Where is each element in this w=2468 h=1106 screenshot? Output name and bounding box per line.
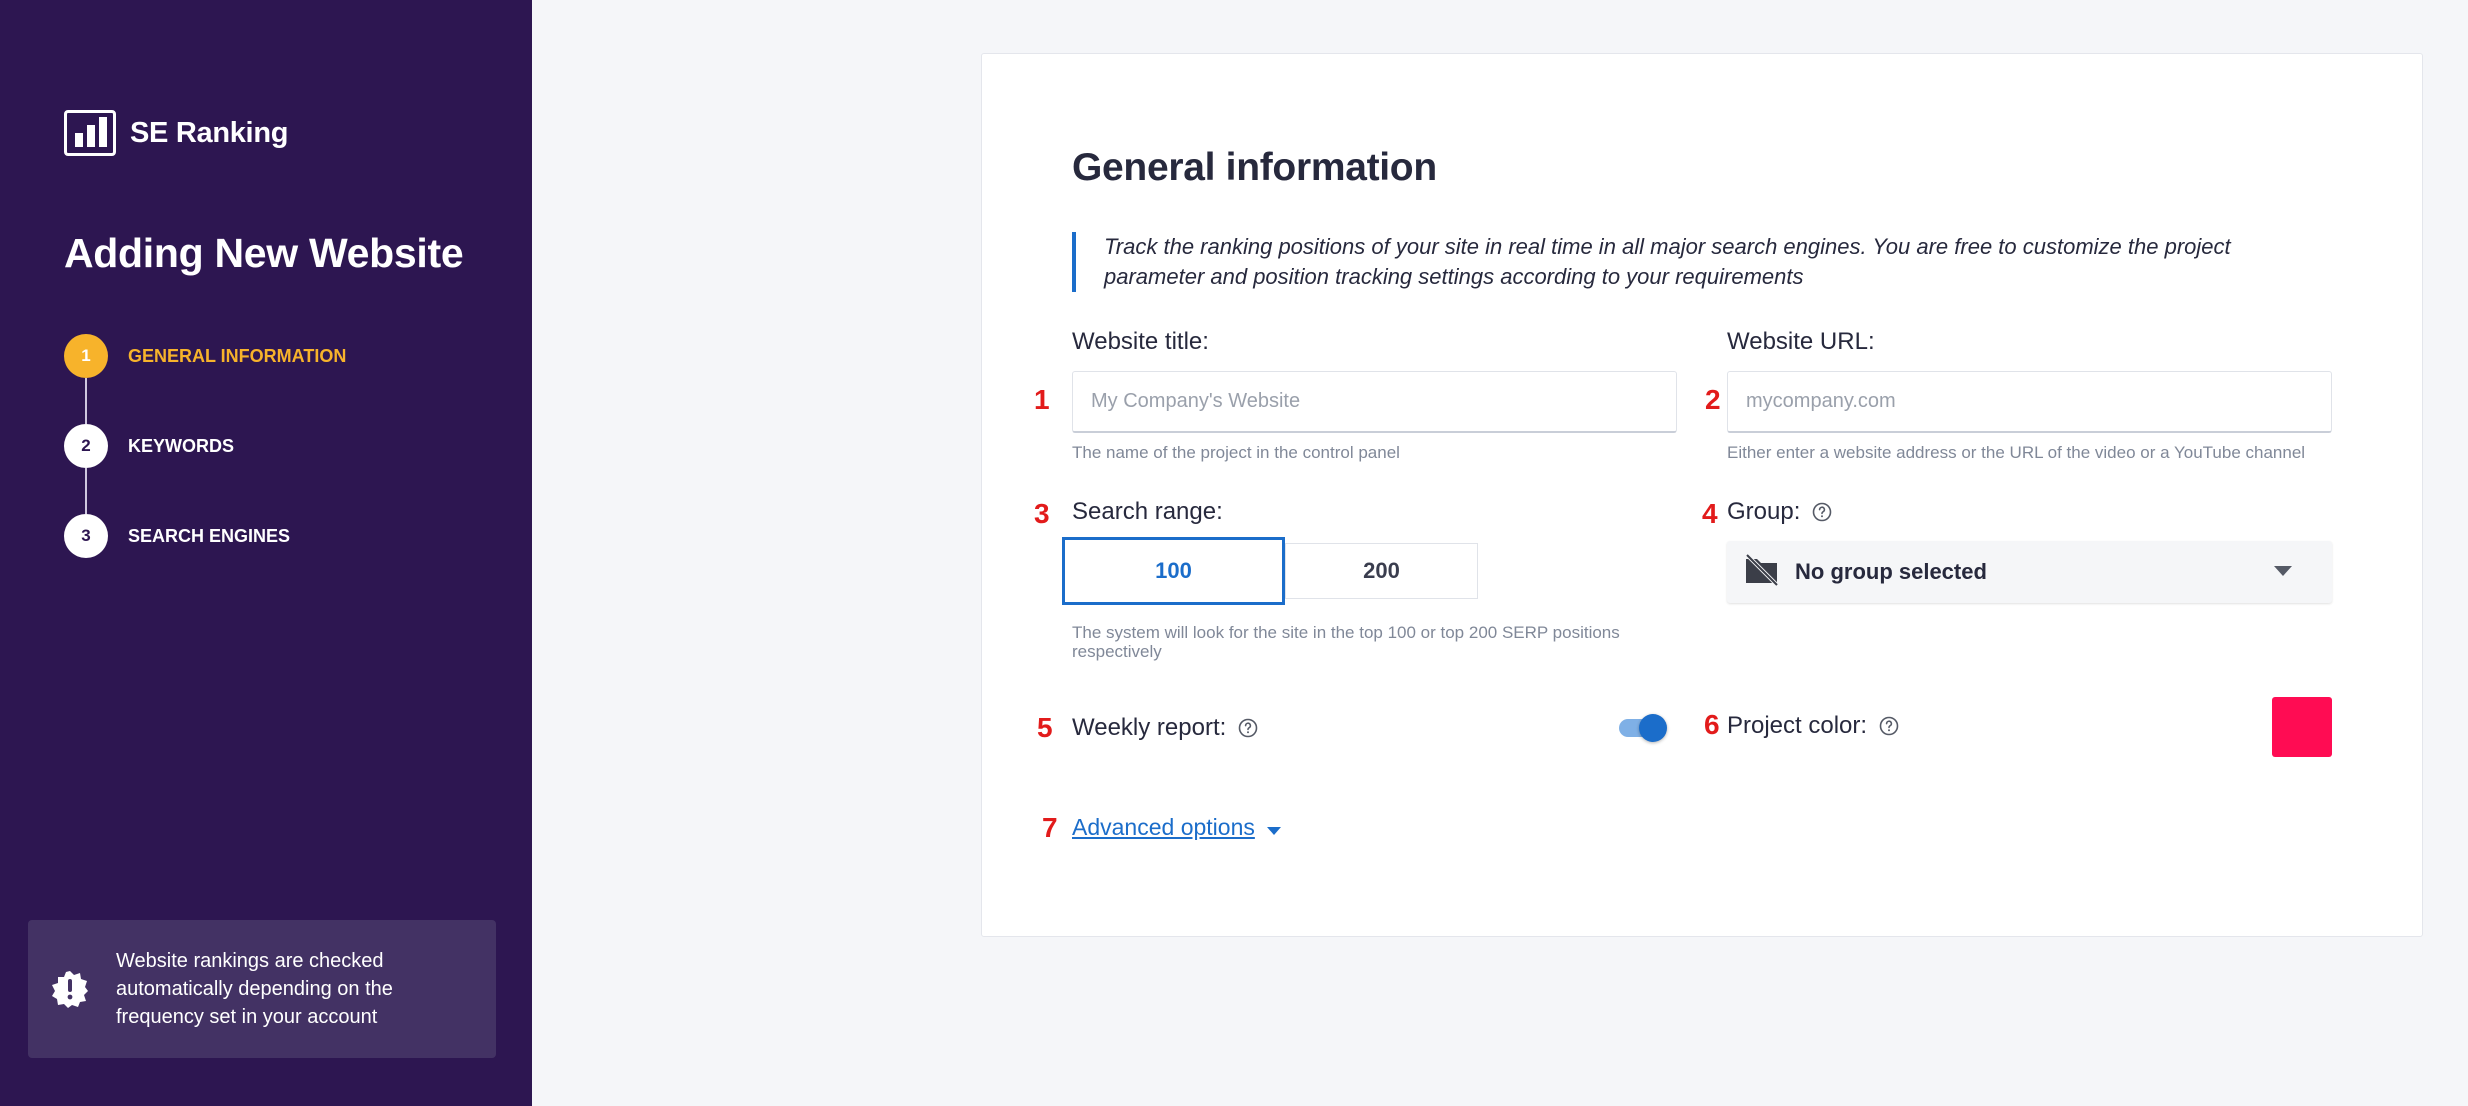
logo[interactable]: SE Ranking [64, 110, 288, 156]
project-color-swatch[interactable] [2272, 697, 2332, 757]
weekly-report-toggle[interactable] [1617, 713, 1667, 743]
search-range-100-button[interactable]: 100 [1062, 537, 1285, 605]
chevron-down-icon [2274, 563, 2292, 581]
help-icon[interactable] [1238, 718, 1258, 738]
logo-text: SE Ranking [130, 116, 289, 149]
group-selected-value: No group selected [1795, 559, 1987, 584]
website-title-label: Website title: [1072, 328, 1209, 355]
search-range-200-button[interactable]: 200 [1285, 543, 1478, 599]
general-information-card: General information Track the ranking po… [981, 53, 2423, 937]
page-title: General information [1072, 146, 1437, 189]
marker-1: 1 [1034, 384, 1050, 415]
marker-6: 6 [1704, 709, 1720, 740]
website-url-input[interactable] [1727, 371, 2332, 433]
step-keywords[interactable]: 2 KEYWORDS [64, 424, 234, 468]
website-url-hint: Either enter a website address or the UR… [1727, 443, 2306, 462]
weekly-report-label: Weekly report: [1072, 714, 1227, 741]
search-range-hint: The system will look for the site in the… [1072, 623, 1620, 661]
marker-3: 3 [1034, 498, 1050, 529]
step-label: KEYWORDS [128, 435, 235, 456]
weekly-report-label-row: Weekly report: [1072, 714, 1258, 742]
step-number: 3 [64, 514, 108, 558]
help-icon[interactable] [1812, 502, 1832, 522]
step-number: 1 [64, 334, 108, 378]
project-color-label-row: Project color: [1727, 712, 1899, 740]
website-title-hint: The name of the project in the control p… [1072, 443, 1400, 462]
description-quote: Track the ranking positions of your site… [1072, 232, 2262, 292]
website-title-input[interactable] [1072, 371, 1677, 433]
marker-4: 4 [1702, 498, 1718, 529]
sidebar: SE Ranking Adding New Website 1 GENERAL … [0, 0, 532, 1106]
sidebar-title: Adding New Website [64, 230, 464, 276]
step-connector [85, 378, 87, 424]
group-label-row: Group: [1727, 498, 1832, 526]
project-color-label: Project color: [1727, 712, 1868, 739]
step-search-engines[interactable]: 3 SEARCH ENGINES [64, 514, 290, 558]
marker-5: 5 [1037, 712, 1053, 743]
advanced-options-link[interactable]: Advanced options [1072, 814, 1281, 841]
step-number: 2 [64, 424, 108, 468]
toggle-knob [1639, 714, 1667, 742]
info-notice: Website rankings are checked automatical… [28, 920, 496, 1058]
group-select[interactable]: No group selected [1727, 541, 2332, 603]
website-url-label: Website URL: [1727, 328, 1875, 355]
logo-bars-icon [64, 110, 116, 156]
notice-text: Website rankings are checked automatical… [116, 950, 393, 1028]
alert-badge-icon [50, 969, 90, 1009]
caret-down-icon [1266, 814, 1281, 841]
step-label: SEARCH ENGINES [128, 525, 291, 546]
step-general-information[interactable]: 1 GENERAL INFORMATION [64, 334, 346, 378]
marker-7: 7 [1042, 812, 1058, 843]
step-connector [85, 468, 87, 514]
step-label: GENERAL INFORMATION [128, 345, 347, 366]
search-range-label: Search range: [1072, 498, 1223, 525]
advanced-options-label: Advanced options [1072, 814, 1255, 840]
no-folder-icon [1743, 553, 1781, 592]
help-icon[interactable] [1879, 716, 1899, 736]
group-label: Group: [1727, 498, 1801, 525]
marker-2: 2 [1705, 384, 1721, 415]
